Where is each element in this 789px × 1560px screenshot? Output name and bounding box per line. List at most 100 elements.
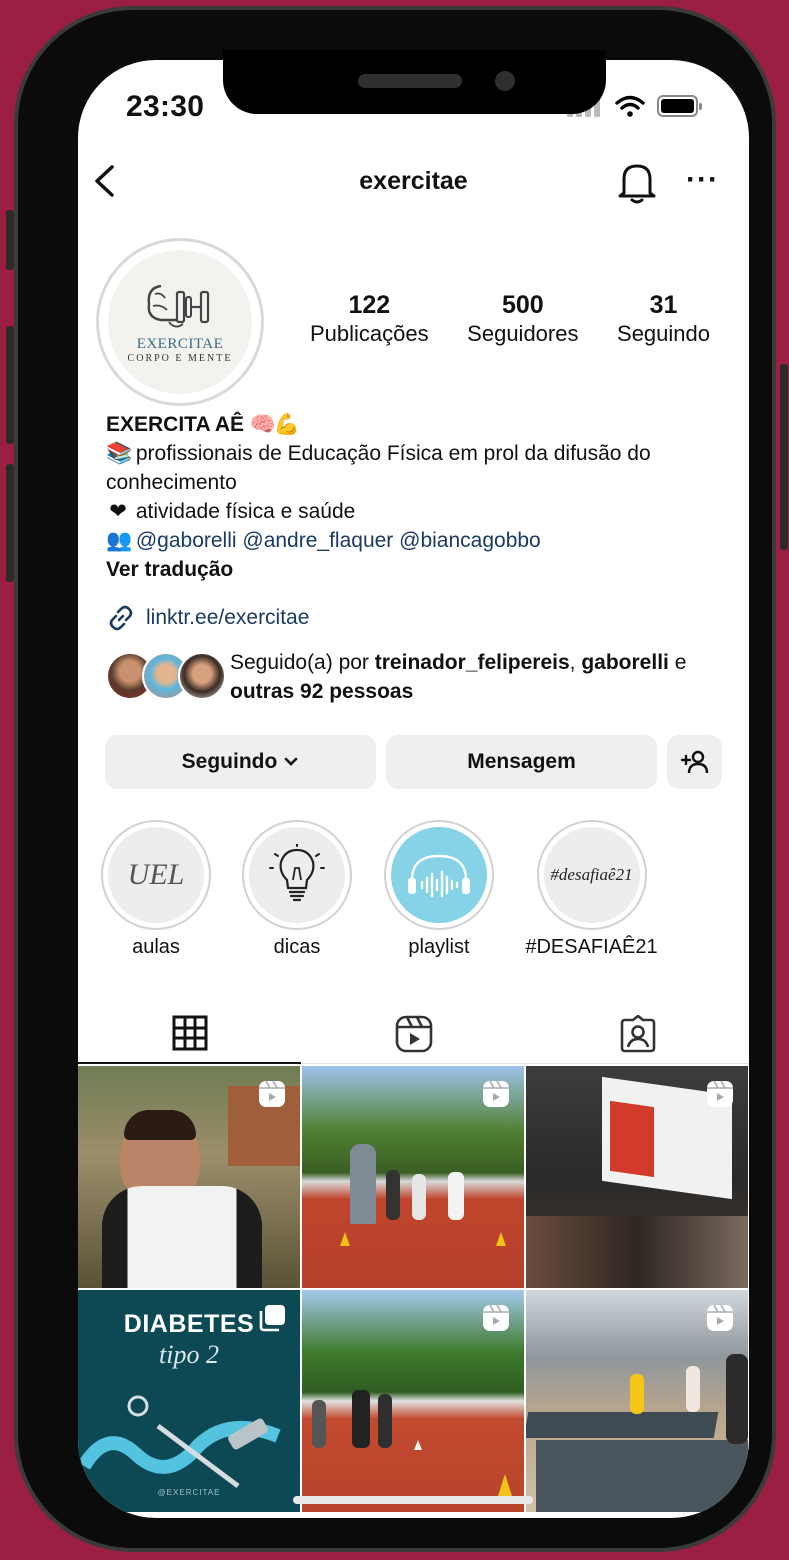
- highlight-dicas[interactable]: dicas: [241, 820, 353, 959]
- post-2-cone: [496, 1232, 506, 1246]
- phone-frame: 23:30 exercitae ··· EXERCITAE CORPO E ME…: [6, 6, 788, 1552]
- brain-emoji-icon: 🧠: [249, 413, 277, 436]
- followed-mid: e: [668, 651, 687, 674]
- content-tabs: [78, 1004, 749, 1064]
- message-button-label: Mensagem: [467, 750, 576, 773]
- highlight-ring: #desafiaê21: [536, 820, 647, 930]
- carousel-badge-icon: [259, 1305, 285, 1332]
- notch: [223, 50, 606, 114]
- highlight-cover: UEL: [108, 827, 204, 923]
- people-emoji-icon: 👥: [106, 529, 133, 552]
- post-5-person: [312, 1400, 326, 1448]
- anatomical-heart-emoji-icon: ❤: [109, 500, 127, 523]
- post-3[interactable]: [526, 1066, 748, 1288]
- followed-separator: ,: [569, 651, 582, 674]
- volume-down-button: [6, 464, 14, 582]
- post-4-handle: @EXERCITAE: [157, 1488, 221, 1497]
- post-5-cone: [414, 1440, 422, 1450]
- highlight-playlist[interactable]: playlist: [383, 820, 495, 959]
- grid-icon: [172, 1015, 207, 1051]
- followed-prefix: Seguido(a) por: [230, 651, 375, 674]
- message-button[interactable]: Mensagem: [386, 735, 657, 789]
- link-icon: [109, 605, 133, 631]
- bell-icon[interactable]: [618, 160, 656, 204]
- post-3-banner-art: [610, 1100, 654, 1178]
- stat-posts-value: 122: [348, 291, 391, 319]
- highlight-label: aulas: [132, 936, 180, 958]
- post-2-person: [350, 1144, 376, 1224]
- followed-by-text: Seguido(a) por treinador_felipereis, gab…: [230, 648, 730, 706]
- profile-avatar[interactable]: EXERCITAE CORPO E MENTE: [96, 238, 264, 406]
- reels-icon: [395, 1015, 432, 1053]
- reel-badge-icon: [707, 1080, 733, 1107]
- post-5-person: [378, 1394, 392, 1448]
- dumbbell-brain-logo-icon: [147, 284, 210, 328]
- front-camera-icon: [495, 71, 515, 91]
- stat-posts[interactable]: 122 Publicações: [310, 290, 429, 348]
- profile-actions: Seguindo Mensagem: [105, 735, 722, 789]
- stat-posts-label: Publicações: [310, 321, 429, 346]
- post-6[interactable]: [526, 1290, 748, 1512]
- post-2[interactable]: [302, 1066, 524, 1288]
- highlight-ring: UEL: [101, 820, 211, 930]
- power-button: [780, 364, 788, 550]
- screen: 23:30 exercitae ··· EXERCITAE CORPO E ME…: [78, 60, 749, 1518]
- reel-badge-icon: [483, 1304, 509, 1331]
- followed-name-2[interactable]: gaborelli: [581, 651, 669, 674]
- highlight-cover: [391, 827, 487, 923]
- highlight-label: playlist: [408, 936, 470, 958]
- tagged-person-icon: [620, 1015, 655, 1053]
- highlight-desafiae21-cover-text: #desafiaê21: [550, 865, 633, 884]
- battery-icon: [657, 95, 702, 117]
- post-1[interactable]: [78, 1066, 300, 1288]
- post-6-table: [526, 1412, 719, 1438]
- suggested-accounts-button[interactable]: [667, 735, 722, 789]
- diabetes-tape-icon: [78, 1395, 281, 1488]
- following-button-label: Seguindo: [181, 750, 278, 773]
- highlight-aulas[interactable]: UEL aulas: [100, 820, 212, 959]
- avatar-brand: EXERCITAE: [136, 336, 224, 352]
- post-2-person: [448, 1172, 464, 1220]
- post-4-subtitle: tipo 2: [159, 1340, 219, 1369]
- more-options-icon[interactable]: ···: [686, 165, 719, 195]
- followed-others[interactable]: outras 92 pessoas: [230, 680, 413, 703]
- stat-followers-value: 500: [501, 291, 544, 319]
- post-3-floor: [526, 1216, 748, 1288]
- headphones-soundwave-icon: [408, 854, 470, 898]
- profile-stats: 122 Publicações 500 Seguidores 31 Seguin…: [310, 290, 710, 348]
- avatar-subtitle: CORPO E MENTE: [127, 353, 233, 364]
- followed-name-1[interactable]: treinador_felipereis: [375, 651, 570, 674]
- highlight-desafiae21[interactable]: #desafiaê21 #DESAFIAÊ21: [524, 820, 659, 959]
- post-6-person: [686, 1366, 700, 1412]
- wifi-icon: [615, 95, 645, 117]
- following-button[interactable]: Seguindo: [105, 735, 376, 789]
- post-4[interactable]: DIABETES tipo 2 @EXERCITAE: [78, 1290, 300, 1512]
- post-2-person: [386, 1170, 400, 1220]
- follower-avatar-3: [178, 652, 226, 700]
- post-2-cone: [340, 1232, 350, 1246]
- avatar-logo: EXERCITAE CORPO E MENTE: [108, 250, 252, 394]
- profile-link-text: linktr.ee/exercitae: [146, 606, 310, 629]
- bio-mentions[interactable]: @gaborelli @andre_flaquer @biancagobbo: [136, 529, 541, 552]
- volume-up-button: [6, 326, 14, 444]
- post-6-person: [630, 1374, 644, 1414]
- profile-bio: EXERCITA AÊ 🧠💪 📚 profissionais de Educaç…: [106, 410, 726, 584]
- post-5[interactable]: [302, 1290, 524, 1512]
- profile-link[interactable]: linktr.ee/exercitae: [106, 603, 309, 633]
- mute-switch: [6, 210, 14, 270]
- highlight-ring: [384, 820, 494, 930]
- home-indicator[interactable]: [293, 1496, 533, 1504]
- highlight-cover: #desafiaê21: [543, 827, 640, 923]
- tab-reels[interactable]: [302, 1004, 525, 1064]
- display-name: EXERCITA AÊ: [106, 413, 245, 436]
- post-6-person: [726, 1354, 748, 1444]
- books-emoji-icon: 📚: [106, 442, 133, 465]
- flexed-biceps-emoji-icon: 💪: [273, 413, 301, 436]
- stat-following[interactable]: 31 Seguindo: [617, 290, 710, 348]
- see-translation-link[interactable]: Ver tradução: [106, 555, 726, 584]
- stat-followers[interactable]: 500 Seguidores: [467, 290, 578, 348]
- tab-tagged[interactable]: [526, 1004, 749, 1064]
- chevron-down-icon: [285, 757, 298, 766]
- stat-followers-label: Seguidores: [467, 321, 579, 346]
- tab-posts-grid[interactable]: [78, 1004, 301, 1064]
